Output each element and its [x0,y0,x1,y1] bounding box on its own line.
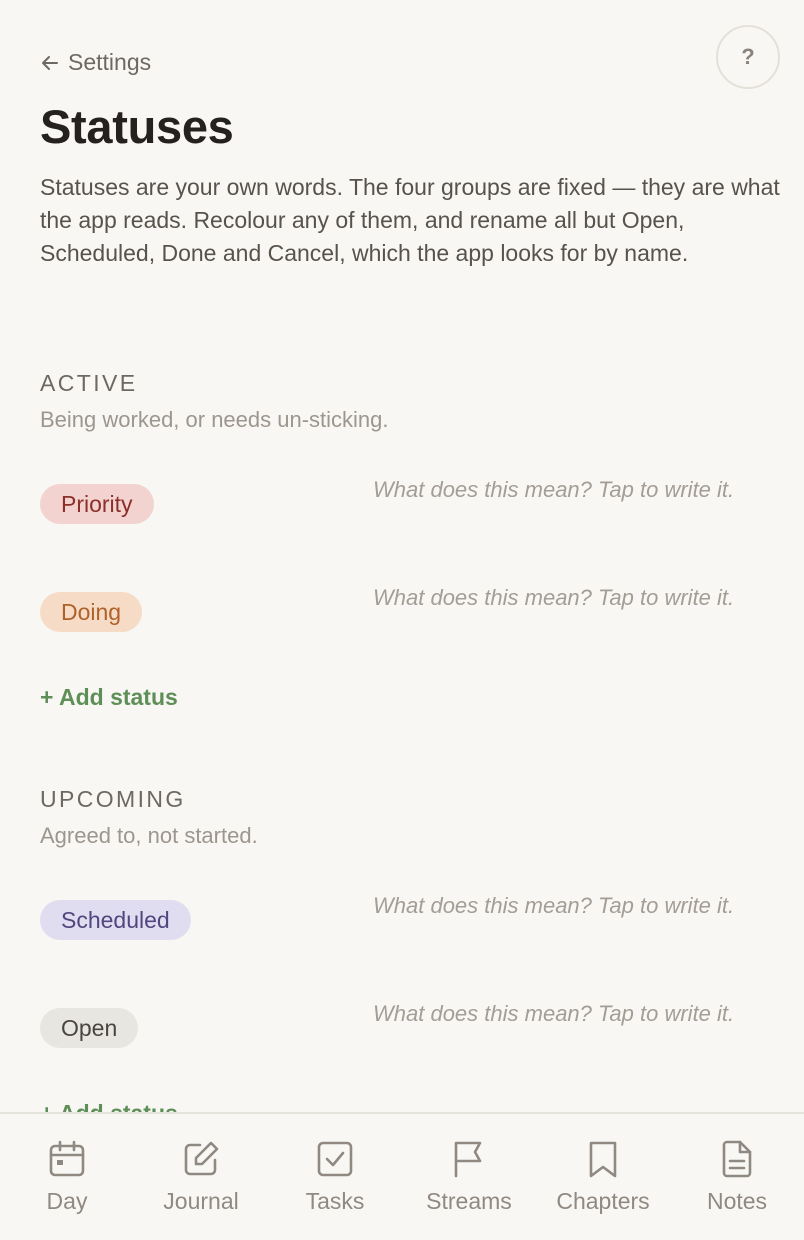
tab-tasks[interactable]: Tasks [268,1114,402,1240]
tab-streams-label: Streams [426,1188,512,1214]
tab-notes[interactable]: Notes [670,1114,804,1240]
status-description-priority[interactable]: What does this mean? Tap to write it. [373,474,773,506]
tab-tasks-label: Tasks [305,1188,365,1214]
calendar-icon [49,1140,85,1177]
tab-journal[interactable]: Journal [134,1114,268,1240]
statuses-settings-page: Settings ? Statuses Statuses are your ow… [0,0,804,1240]
status-description-scheduled[interactable]: What does this mean? Tap to write it. [373,890,773,922]
page-title: Statuses [40,100,234,153]
arrow-left-icon [42,55,58,70]
bottom-tab-bar: Day Journal Tasks Streams Chapters Notes [0,1112,804,1240]
add-status-button-upcoming[interactable]: + Add status [40,1100,178,1112]
tab-notes-label: Notes [706,1188,768,1214]
status-pill-scheduled[interactable]: Scheduled [40,900,191,940]
status-description-doing[interactable]: What does this mean? Tap to write it. [373,582,773,614]
status-description-open[interactable]: What does this mean? Tap to write it. [373,998,773,1030]
tab-chapters[interactable]: Chapters [536,1114,670,1240]
pencil-square-icon [184,1141,219,1176]
intro-text: Statuses are your own words. The four gr… [40,174,780,266]
tab-day-label: Day [46,1188,88,1214]
flag-icon [454,1141,482,1178]
back-label: Settings [68,49,152,75]
document-icon [722,1140,752,1178]
status-pill-priority[interactable]: Priority [40,484,154,524]
group-subtitle-active: Being worked, or needs un-sticking. [40,407,389,432]
content-scroll-area[interactable]: Settings ? Statuses Statuses are your ow… [0,0,804,1112]
bookmark-icon [589,1141,617,1178]
tab-journal-label: Journal [163,1188,239,1214]
back-to-settings-link[interactable]: Settings [40,49,151,76]
help-button[interactable]: ? [716,25,780,89]
status-pill-open[interactable]: Open [40,1008,139,1048]
status-pill-doing[interactable]: Doing [40,592,143,632]
group-heading-upcoming: UPCOMING [40,786,186,812]
add-status-button-active[interactable]: + Add status [40,684,178,711]
tab-streams[interactable]: Streams [402,1114,536,1240]
group-heading-active: ACTIVE [40,370,138,396]
tab-chapters-label: Chapters [556,1188,650,1214]
checkbox-icon [317,1141,353,1177]
tab-day[interactable]: Day [0,1114,134,1240]
group-subtitle-upcoming: Agreed to, not started. [40,823,258,848]
